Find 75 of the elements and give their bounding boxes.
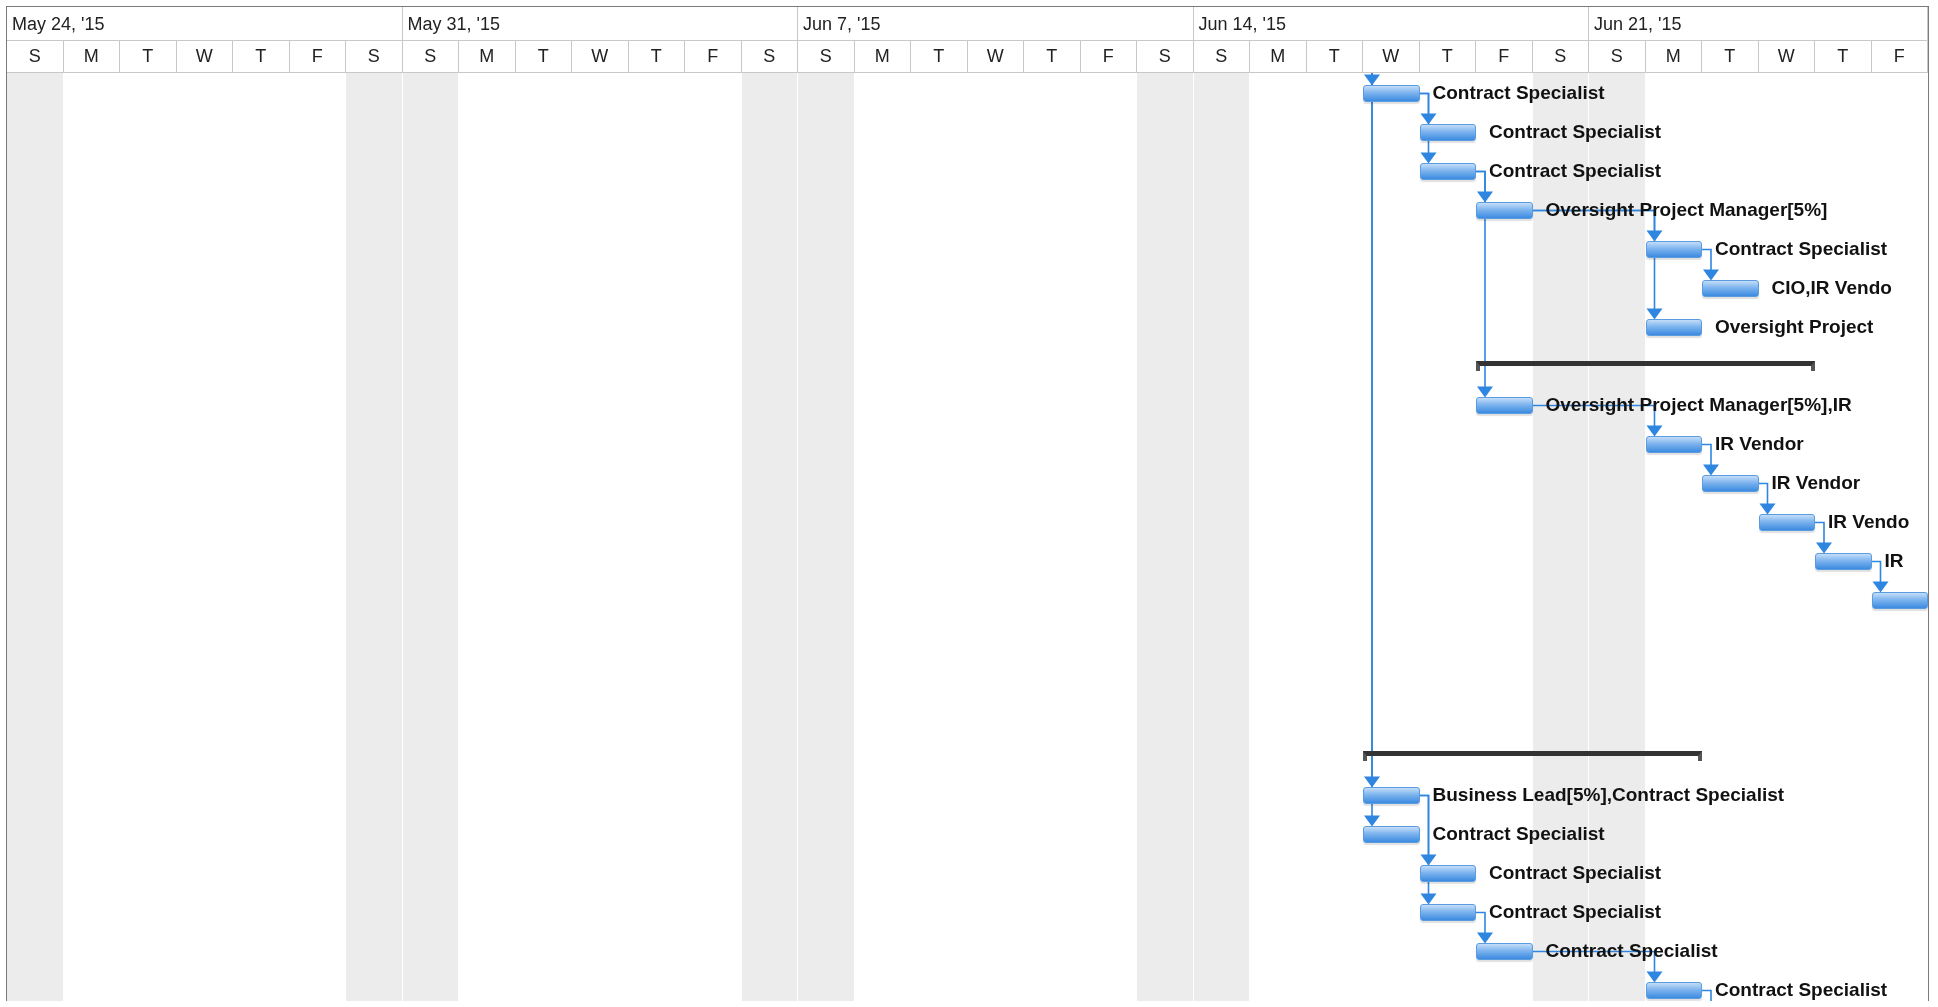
day-label: M [854,41,911,72]
week-label: Jun 7, '15 [798,7,1194,40]
task-bar[interactable] [1476,202,1533,219]
task-bar[interactable] [1363,85,1420,102]
resource-label: Contract Specialist [1489,861,1662,884]
task-bar[interactable] [1363,826,1420,843]
task-bar[interactable] [1758,514,1815,531]
day-label: W [176,41,233,72]
day-label: W [1758,41,1815,72]
day-label: S [402,41,459,72]
resource-label: Contract Specialist [1432,822,1605,845]
task-bar[interactable] [1419,904,1476,921]
task-bar[interactable] [1645,241,1702,258]
day-label: T [120,41,177,72]
day-label: S [7,41,64,72]
task-bar[interactable] [1871,592,1928,609]
resource-label: IR Vendo [1828,510,1910,533]
task-bar[interactable] [1645,982,1702,999]
day-label: S [1193,41,1250,72]
day-label: T [1702,41,1759,72]
day-label: M [459,41,516,72]
resource-label: Contract Specialist [1432,81,1605,104]
task-bar[interactable] [1702,475,1759,492]
summary-bar[interactable] [1363,750,1702,761]
day-label: T [233,41,290,72]
resource-label: Contract Specialist [1489,900,1662,923]
day-label: T [1419,41,1476,72]
task-bar[interactable] [1702,280,1759,297]
day-label: W [572,41,629,72]
task-bar[interactable] [1645,319,1702,336]
day-label: S [741,41,798,72]
day-label: M [63,41,120,72]
day-label: F [289,41,346,72]
day-label: T [1815,41,1872,72]
day-label: W [967,41,1024,72]
resource-label: IR [1884,549,1904,572]
task-bar[interactable] [1476,943,1533,960]
day-label: F [1871,41,1928,72]
day-label: S [1589,41,1646,72]
day-label: T [1306,41,1363,72]
resource-label: Contract Specialist [1489,120,1662,143]
week-label: May 24, '15 [7,7,403,40]
day-label: F [685,41,742,72]
day-label: T [515,41,572,72]
task-bar[interactable] [1419,124,1476,141]
task-bar[interactable] [1419,163,1476,180]
resource-label: Contract Specialist [1715,978,1888,1001]
week-label: May 31, '15 [402,7,798,40]
resource-label: Oversight Project [1715,315,1874,338]
resource-label: Business Lead[5%],Contract Specialist [1432,783,1785,806]
day-label: T [1024,41,1081,72]
day-label: W [1363,41,1420,72]
day-label: S [1532,41,1589,72]
task-bar[interactable] [1419,865,1476,882]
resource-label: CIO,IR Vendo [1771,276,1892,299]
day-label: F [1476,41,1533,72]
day-label: M [1250,41,1307,72]
resource-label: IR Vendor [1715,432,1804,455]
resource-label: Contract Specialist [1489,159,1662,182]
summary-bar[interactable] [1476,360,1815,371]
day-label: T [628,41,685,72]
day-label: S [798,41,855,72]
resource-label: IR Vendor [1771,471,1861,494]
week-label: Jun 21, '15 [1589,7,1928,40]
week-label: Jun 14, '15 [1193,7,1589,40]
resource-label: Contract Specialist [1715,237,1888,260]
day-label: S [1137,41,1194,72]
day-label: S [346,41,403,72]
task-bar[interactable] [1645,436,1702,453]
day-label: F [1080,41,1137,72]
task-bar[interactable] [1476,397,1533,414]
day-label: M [1645,41,1702,72]
day-label: T [911,41,968,72]
task-bar[interactable] [1815,553,1872,570]
task-bar[interactable] [1363,787,1420,804]
